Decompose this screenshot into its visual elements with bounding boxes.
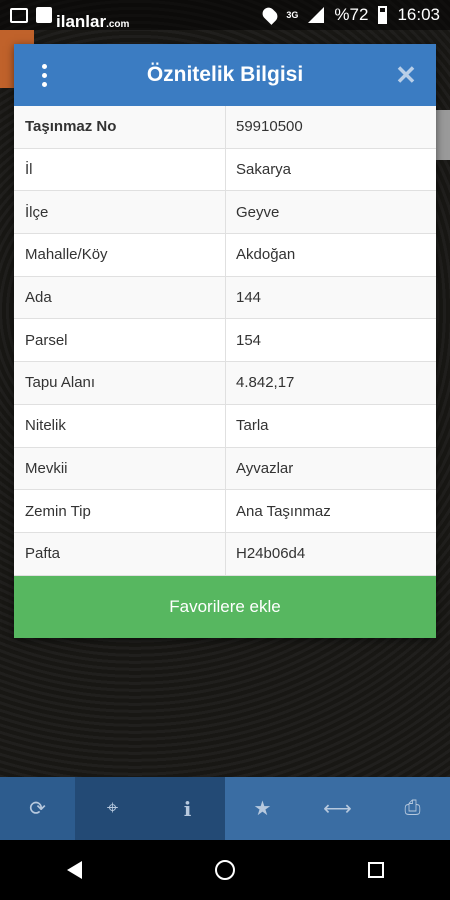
attr-key: Taşınmaz No <box>14 106 226 148</box>
more-vert-icon[interactable] <box>14 44 74 106</box>
brand-logo: ilanlar.com <box>56 12 130 31</box>
location-icon <box>260 5 281 25</box>
table-row: Zemin Tip Ana Taşınmaz <box>14 490 436 533</box>
attr-value: 59910500 <box>236 118 303 136</box>
attr-key: İl <box>14 148 226 191</box>
attr-key: Mevkii <box>14 447 226 490</box>
attr-value: Tarla <box>236 417 269 435</box>
status-bar: ilanlar.com 3G %72 16:03 <box>0 0 450 31</box>
dialog-header: Öznitelik Bilgisi ✕ <box>14 44 436 106</box>
dialog-title: Öznitelik Bilgisi <box>146 63 304 86</box>
attr-key: İlçe <box>14 191 226 234</box>
attr-key: Mahalle/Köy <box>14 234 226 276</box>
back-icon[interactable] <box>66 861 82 879</box>
image-icon <box>36 7 52 23</box>
attr-key: Nitelik <box>14 404 226 447</box>
attr-value: Sakarya <box>236 161 292 179</box>
print-icon[interactable]: ⎙ <box>375 777 450 840</box>
table-row: Mahalle/Köy Akdoğan <box>14 234 436 277</box>
measure-icon[interactable]: ⟷ <box>300 777 375 840</box>
table-row: Ada 144 <box>14 276 436 320</box>
attr-value: 144 <box>236 289 262 307</box>
clock: 16:03 <box>397 5 440 24</box>
network-type: 3G <box>286 10 299 20</box>
attr-key: Zemin Tip <box>14 490 226 532</box>
battery-level: %72 <box>334 5 369 24</box>
attr-key: Pafta <box>14 532 226 575</box>
system-nav-bar <box>0 840 450 900</box>
attr-key: Tapu Alanı <box>14 362 226 404</box>
signal-icon <box>308 7 325 23</box>
refresh-icon[interactable]: ⟳ <box>0 777 75 840</box>
attr-key: Parsel <box>14 319 226 362</box>
attr-value: Ayvazlar <box>236 459 294 477</box>
table-row: Nitelik Tarla <box>14 404 436 448</box>
recents-icon[interactable] <box>367 862 384 878</box>
attr-value: 4.842,17 <box>236 374 295 392</box>
table-row: Mevkii Ayvazlar <box>14 447 436 491</box>
info-icon[interactable]: i <box>150 777 225 840</box>
table-row: İl Sakarya <box>14 148 436 192</box>
table-row: İlçe Geyve <box>14 191 436 235</box>
scrollbar[interactable] <box>436 110 450 160</box>
battery-icon <box>378 6 388 24</box>
attr-value: Ana Taşınmaz <box>236 502 331 520</box>
attr-key: Ada <box>14 276 226 319</box>
close-icon[interactable]: ✕ <box>376 44 436 106</box>
attr-value: H24b06d4 <box>236 545 306 563</box>
attr-value: Akdoğan <box>236 246 296 264</box>
star-icon[interactable]: ★ <box>225 777 300 840</box>
table-row: Tapu Alanı 4.842,17 <box>14 362 436 405</box>
table-row: Parsel 154 <box>14 319 436 363</box>
table-row: Taşınmaz No 59910500 <box>14 106 436 149</box>
screen-icon <box>10 7 28 23</box>
bottom-toolbar: ⟳ ⌖ i ★ ⟷ ⎙ <box>0 777 450 840</box>
add-favorite-button[interactable]: Favorilere ekle <box>14 576 436 638</box>
home-icon[interactable] <box>214 860 235 880</box>
attribute-table: Taşınmaz No 59910500 İl Sakarya İlçe Geyve … <box>14 106 436 576</box>
crosshair-icon[interactable]: ⌖ <box>75 777 150 840</box>
attr-value: 154 <box>236 331 262 349</box>
attribute-dialog: Öznitelik Bilgisi ✕ Taşınmaz No 59910500 … <box>14 44 436 638</box>
table-row: Pafta H24b06d4 <box>14 532 436 576</box>
attr-value: Geyve <box>236 203 280 221</box>
